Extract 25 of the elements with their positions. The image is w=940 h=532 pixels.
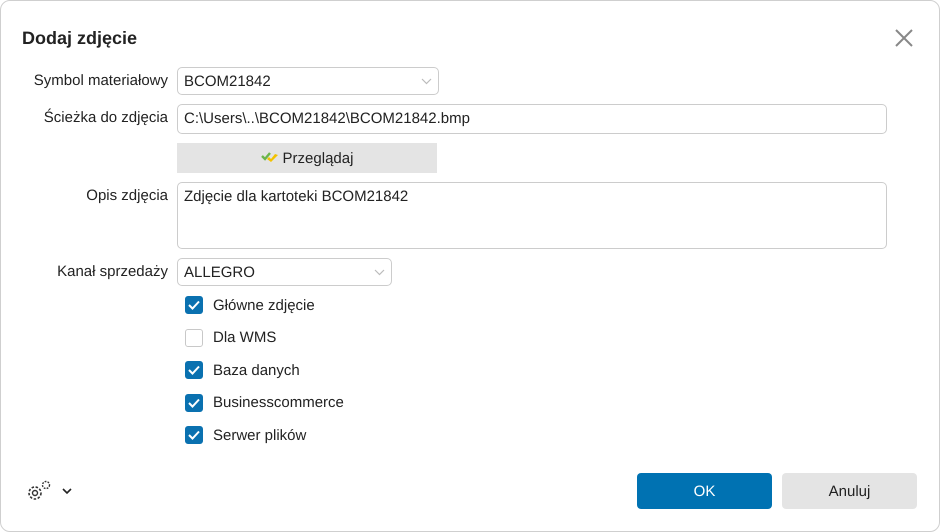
dialog-title: Dodaj zdjęcie xyxy=(22,28,138,48)
field-label: Ścieżka do zdjęcia xyxy=(42,108,169,128)
cancel-button[interactable]: Anuluj xyxy=(782,473,917,509)
dropdown-field[interactable]: ALLEGRO xyxy=(177,258,392,286)
checkbox-label: Businesscommerce xyxy=(213,394,344,412)
checkbox-label: Serwer plików xyxy=(213,426,306,444)
field-label: Opis zdjęcia xyxy=(85,186,169,206)
text-area[interactable]: Zdjęcie dla kartoteki BCOM21842 xyxy=(177,182,887,249)
chevron-down-icon xyxy=(374,268,385,276)
checkbox[interactable] xyxy=(185,296,203,314)
close-icon[interactable] xyxy=(895,29,913,47)
checkbox[interactable] xyxy=(185,361,203,380)
checkbox[interactable] xyxy=(185,426,203,444)
input-field[interactable]: C:\Users\..\BCOM21842\BCOM21842.bmp xyxy=(177,104,887,134)
checkbox-label: Główne zdjęcie xyxy=(213,296,315,314)
browse-button[interactable]: Przeglądaj xyxy=(177,143,437,173)
checkbox[interactable] xyxy=(185,394,203,412)
field-label: Symbol materiałowy xyxy=(32,71,169,91)
checkbox[interactable] xyxy=(185,328,203,347)
checkbox-label: Baza danych xyxy=(213,362,300,379)
field-label: Kanał sprzedaży xyxy=(56,262,169,282)
checkbox-label: Dla WMS xyxy=(213,329,276,346)
chevron-down-icon xyxy=(421,78,432,84)
dropdown-field[interactable]: BCOM21842 xyxy=(177,67,439,95)
ok-button[interactable]: OK xyxy=(637,473,772,509)
